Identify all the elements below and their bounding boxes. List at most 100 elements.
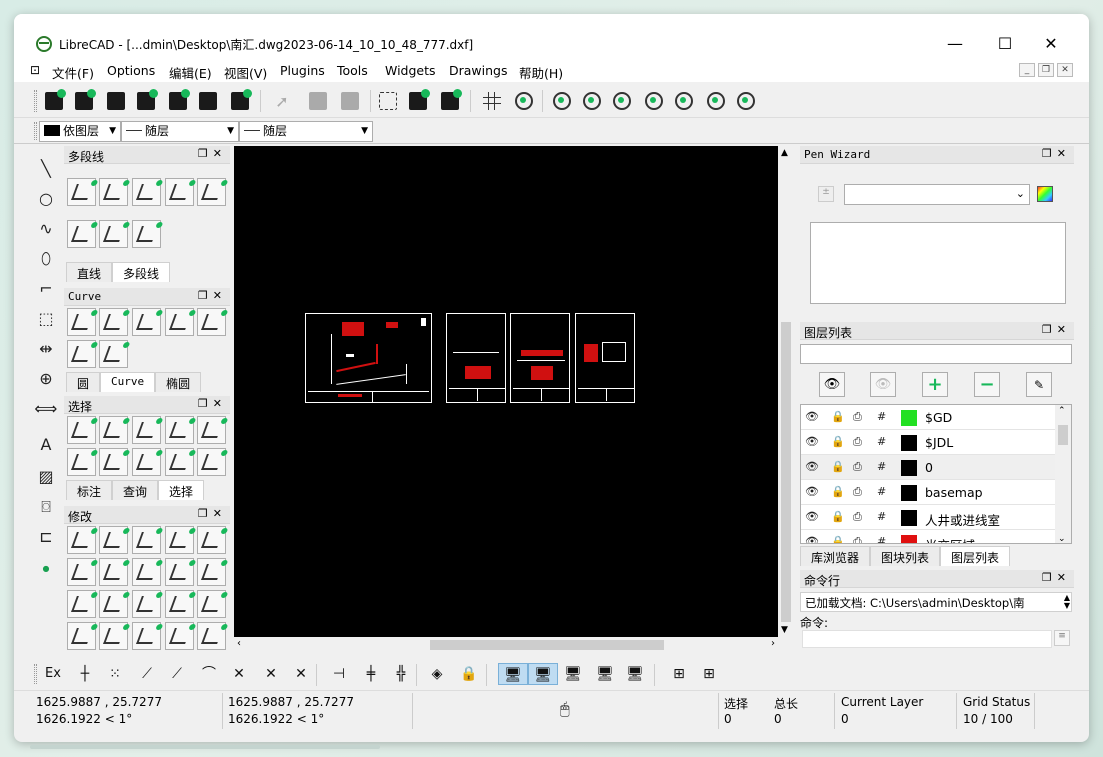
- close-button[interactable]: ✕: [1028, 32, 1074, 56]
- info-category-icon[interactable]: ⟺: [32, 396, 60, 422]
- linewidth-select[interactable]: 随层 ▼: [121, 121, 239, 142]
- tab-select[interactable]: 选择: [158, 480, 205, 500]
- circle-category-icon[interactable]: ○: [32, 186, 60, 212]
- menu-options[interactable]: Options: [107, 63, 155, 78]
- maximize-button[interactable]: ☐: [982, 32, 1028, 56]
- layer-color-swatch[interactable]: [901, 510, 917, 526]
- lock-icon[interactable]: 🔒: [831, 485, 845, 498]
- lock-icon[interactable]: 🔒: [831, 460, 845, 473]
- eye-icon[interactable]: 👁: [805, 435, 819, 448]
- mdi-close-button[interactable]: ✕: [1057, 63, 1073, 77]
- parabola-button[interactable]: [99, 340, 128, 368]
- add-list-icon[interactable]: ⊞: [698, 663, 720, 685]
- select-category-icon[interactable]: ⬚: [32, 306, 60, 332]
- menu-edit[interactable]: 编辑(E): [169, 63, 212, 82]
- trim-button[interactable]: [99, 558, 128, 586]
- new-file-icon[interactable]: [42, 89, 66, 113]
- spline-button[interactable]: [132, 308, 161, 336]
- attributes-button[interactable]: [67, 622, 96, 650]
- polyline-equidistant-button[interactable]: [99, 220, 128, 248]
- snap-on-entity-icon[interactable]: ⟋: [166, 663, 188, 685]
- stretch-button[interactable]: [165, 590, 194, 618]
- select-single-button[interactable]: [67, 416, 96, 444]
- horizontal-scrollbar[interactable]: ‹ ›: [234, 637, 778, 653]
- eye-icon[interactable]: 👁: [805, 485, 819, 498]
- printer-icon[interactable]: ⎙: [853, 535, 862, 543]
- layer-row[interactable]: 👁 🔒 ⎙ # 人井或进线室: [801, 505, 1055, 530]
- panel-float-close-icons[interactable]: ❐✕: [198, 397, 227, 410]
- construction-icon[interactable]: #: [877, 510, 886, 523]
- printer-icon[interactable]: ⎙: [853, 485, 862, 499]
- scroll-down-icon[interactable]: ▼: [781, 625, 788, 635]
- point-tool-icon[interactable]: ●: [32, 556, 60, 582]
- remove-layer-button[interactable]: −: [974, 372, 1000, 397]
- save-icon[interactable]: [134, 89, 158, 113]
- show-all-layers-button[interactable]: 👁: [819, 372, 845, 397]
- drawing-canvas[interactable]: [234, 146, 778, 637]
- layer-list-scrollbar[interactable]: ⌃ ⌄: [1055, 405, 1071, 543]
- construction-icon[interactable]: #: [877, 485, 886, 498]
- snap-middle-icon[interactable]: ✕: [228, 663, 250, 685]
- construction-icon[interactable]: #: [877, 410, 886, 423]
- panel-float-close-icons[interactable]: ❐✕: [198, 507, 227, 520]
- construction-icon[interactable]: #: [877, 535, 886, 543]
- restrict-horizontal-icon[interactable]: ⊣: [328, 663, 350, 685]
- layer-filter-input[interactable]: [800, 344, 1072, 364]
- polyline-segment-button[interactable]: [132, 220, 161, 248]
- layer-color-swatch[interactable]: [901, 535, 917, 543]
- snap-endpoint-icon[interactable]: ⟋: [136, 663, 158, 685]
- history-scroll-icon[interactable]: ▲ ▼: [1064, 594, 1070, 610]
- printer-icon[interactable]: ⎙: [853, 410, 862, 424]
- lock-icon[interactable]: 🔒: [831, 435, 845, 448]
- tab-ellipse[interactable]: 椭圆: [155, 372, 202, 392]
- construction-icon[interactable]: #: [877, 435, 886, 448]
- layer-row[interactable]: 👁 🔒 ⎙ # basemap: [801, 480, 1055, 505]
- snap-free-icon[interactable]: ┼: [74, 663, 96, 685]
- scroll-thumb[interactable]: [1058, 425, 1068, 445]
- print-icon[interactable]: [196, 89, 220, 113]
- line-category-icon[interactable]: ╲: [32, 156, 60, 182]
- add-list-icon[interactable]: ⊞: [668, 663, 690, 685]
- layer-color-swatch[interactable]: [901, 485, 917, 501]
- snap-center-icon[interactable]: ⌒: [198, 663, 220, 685]
- lock-icon[interactable]: 🔒: [831, 535, 845, 543]
- select-intersected-button[interactable]: [165, 416, 194, 444]
- tab-info[interactable]: 查询: [112, 480, 159, 500]
- color-select[interactable]: 依图层 ▼: [39, 121, 121, 142]
- redo-icon[interactable]: [338, 89, 362, 113]
- paste-icon[interactable]: [438, 89, 462, 113]
- view-monitor-icon[interactable]: 🖥: [498, 663, 528, 685]
- trim2-button[interactable]: [132, 558, 161, 586]
- print-preview-icon[interactable]: [228, 89, 252, 113]
- panel-float-close-icons[interactable]: ❐✕: [198, 289, 227, 302]
- polyline-add-node-button[interactable]: [99, 178, 128, 206]
- layer-row[interactable]: 👁🔒⎙# 光交区域: [801, 530, 1055, 543]
- menu-drawings[interactable]: Drawings: [449, 63, 508, 78]
- exclusive-snap-button[interactable]: Ex: [42, 663, 64, 685]
- toolbar-handle[interactable]: [34, 90, 37, 112]
- new-from-template-icon[interactable]: [72, 89, 96, 113]
- add-layer-button[interactable]: +: [922, 372, 948, 397]
- tab-block-list[interactable]: 图块列表: [870, 546, 941, 566]
- color-picker-icon[interactable]: [1037, 186, 1053, 202]
- tab-circle[interactable]: 圆: [66, 372, 101, 392]
- tab-dimension[interactable]: 标注: [66, 480, 113, 500]
- dimension-category-icon[interactable]: ⇹: [32, 336, 60, 362]
- scroll-up-icon[interactable]: ▲: [781, 148, 788, 158]
- view-monitor-icon[interactable]: 🖥: [528, 663, 558, 685]
- redraw-icon[interactable]: [550, 89, 574, 113]
- vertical-scrollbar[interactable]: ▲ ▼: [778, 146, 794, 637]
- toolbar-handle[interactable]: [34, 122, 37, 140]
- freehand-button[interactable]: [165, 308, 194, 336]
- deselect-window-button[interactable]: [99, 448, 128, 476]
- move-button[interactable]: [67, 526, 96, 554]
- printer-icon[interactable]: ⎙: [853, 435, 862, 449]
- rotate-button[interactable]: [99, 526, 128, 554]
- text-tool-icon[interactable]: A: [32, 432, 60, 458]
- tab-layer-list[interactable]: 图层列表: [940, 546, 1011, 566]
- panel-float-close-icons[interactable]: ❐✕: [198, 147, 227, 160]
- hide-all-layers-button[interactable]: 👁: [870, 372, 896, 397]
- construction-icon[interactable]: #: [877, 460, 886, 473]
- pen-palette-area[interactable]: [810, 222, 1066, 304]
- command-input[interactable]: [802, 630, 1052, 648]
